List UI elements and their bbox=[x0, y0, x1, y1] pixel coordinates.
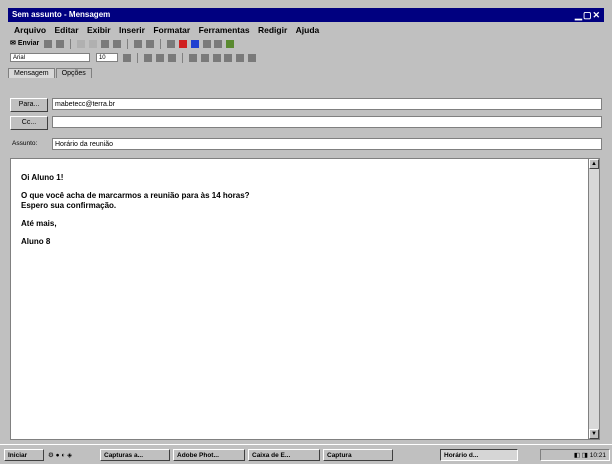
italic-icon[interactable] bbox=[155, 54, 164, 62]
toolbar-separator bbox=[181, 53, 183, 63]
save-icon[interactable] bbox=[44, 40, 53, 48]
title-bar: Sem assunto - Mensagem ▁▢✕ bbox=[8, 8, 604, 22]
message-tabs: Mensagem Opções bbox=[8, 68, 93, 81]
send-label: Enviar bbox=[17, 40, 40, 47]
bullets-icon[interactable] bbox=[224, 54, 233, 62]
taskbar-button-photoshop[interactable]: Adobe Phot... bbox=[173, 449, 245, 461]
font-name-select[interactable]: Arial bbox=[10, 53, 90, 62]
attach-icon[interactable] bbox=[166, 40, 175, 48]
to-button[interactable]: Para... bbox=[10, 98, 48, 112]
to-row: Para... mabetecc@terra.br bbox=[8, 98, 604, 112]
message-text: Oi Aluno 1! O que você acha de marcarmos… bbox=[21, 173, 250, 247]
flag-icon[interactable] bbox=[202, 40, 211, 48]
subject-label: Assunto: bbox=[12, 140, 38, 147]
toolbar-separator bbox=[126, 39, 128, 49]
message-line: O que você acha de marcarmos a reunião p… bbox=[21, 191, 250, 200]
taskbar-button-horario[interactable]: Horário d... bbox=[440, 449, 518, 461]
priority-high-icon[interactable] bbox=[178, 40, 187, 48]
menu-arquivo[interactable]: Arquivo bbox=[14, 25, 46, 35]
formatting-toolbar: Arial 10 bbox=[8, 52, 604, 65]
priority-low-icon[interactable] bbox=[190, 40, 199, 48]
menu-editar[interactable]: Editar bbox=[55, 25, 79, 35]
scroll-down-icon[interactable]: ▼ bbox=[589, 429, 599, 439]
cc-button[interactable]: Cc... bbox=[10, 116, 48, 130]
taskbar-button-capturas[interactable]: Capturas a... bbox=[100, 449, 170, 461]
bold-icon[interactable] bbox=[143, 54, 152, 62]
to-field[interactable]: mabetecc@terra.br bbox=[52, 98, 602, 110]
paste-icon[interactable] bbox=[100, 40, 109, 48]
subject-field[interactable]: Horário da reunião bbox=[52, 138, 602, 150]
align-center-icon[interactable] bbox=[200, 54, 209, 62]
toolbar-separator bbox=[136, 53, 138, 63]
menu-formatar[interactable]: Formatar bbox=[153, 25, 190, 35]
message-line: Oi Aluno 1! bbox=[21, 173, 64, 182]
font-size-select[interactable]: 10 bbox=[95, 53, 118, 62]
cc-row: Cc... bbox=[8, 116, 604, 130]
tab-mensagem[interactable]: Mensagem bbox=[8, 68, 55, 78]
cc-field[interactable] bbox=[52, 116, 602, 128]
font-color-icon[interactable] bbox=[122, 54, 131, 62]
address-book-icon[interactable] bbox=[133, 40, 142, 48]
taskbar-button-caixa[interactable]: Caixa de E... bbox=[248, 449, 320, 461]
align-right-icon[interactable] bbox=[212, 54, 221, 62]
check-names-icon[interactable] bbox=[145, 40, 154, 48]
tray-icons[interactable]: ◧ ◨ bbox=[574, 452, 590, 459]
menu-redigir[interactable]: Redigir bbox=[258, 25, 287, 35]
subject-row: Assunto: Horário da reunião bbox=[8, 138, 604, 152]
toolbar-separator bbox=[159, 39, 161, 49]
undo-icon[interactable] bbox=[112, 40, 121, 48]
standard-toolbar: ✉ Enviar bbox=[8, 38, 604, 51]
copy-icon[interactable] bbox=[88, 40, 97, 48]
taskbar: Iniciar ⚙ ● ◐ ◈ Capturas a... Adobe Phot… bbox=[0, 444, 612, 464]
window-controls[interactable]: ▁▢✕ bbox=[575, 10, 601, 21]
options-icon[interactable] bbox=[214, 40, 223, 48]
menu-inserir[interactable]: Inserir bbox=[119, 25, 145, 35]
message-line: Espero sua confirmação. bbox=[21, 201, 117, 210]
taskbar-button-captura[interactable]: Captura bbox=[323, 449, 393, 461]
message-body[interactable]: Oi Aluno 1! O que você acha de marcarmos… bbox=[10, 158, 600, 440]
align-left-icon[interactable] bbox=[188, 54, 197, 62]
send-button[interactable]: ✉ Enviar bbox=[10, 39, 39, 49]
cut-icon[interactable] bbox=[77, 40, 86, 48]
underline-icon[interactable] bbox=[167, 54, 176, 62]
app-window: Sem assunto - Mensagem ▁▢✕ Arquivo Edita… bbox=[0, 0, 612, 463]
toolbar-separator bbox=[70, 39, 72, 49]
menu-bar: Arquivo Editar Exibir Inserir Formatar F… bbox=[8, 24, 604, 37]
clock: 10:21 bbox=[589, 452, 606, 459]
vertical-scrollbar[interactable]: ▲ ▼ bbox=[588, 159, 599, 439]
print-icon[interactable] bbox=[56, 40, 65, 48]
quick-launch-icons[interactable]: ⚙ ● ◐ ◈ bbox=[48, 451, 72, 459]
message-line: Até mais, bbox=[21, 219, 57, 228]
start-button[interactable]: Iniciar bbox=[4, 449, 44, 461]
start-label: Iniciar bbox=[8, 452, 28, 459]
menu-ajuda[interactable]: Ajuda bbox=[296, 25, 320, 35]
message-line: Aluno 8 bbox=[21, 237, 51, 246]
signature-icon[interactable] bbox=[226, 40, 235, 48]
menu-ferramentas[interactable]: Ferramentas bbox=[199, 25, 250, 35]
window-title: Sem assunto - Mensagem bbox=[12, 10, 111, 19]
scroll-up-icon[interactable]: ▲ bbox=[589, 159, 599, 169]
increase-indent-icon[interactable] bbox=[248, 54, 257, 62]
system-tray: ◧ ◨ 10:21 bbox=[540, 449, 610, 461]
tab-opcoes[interactable]: Opções bbox=[55, 68, 92, 78]
decrease-indent-icon[interactable] bbox=[236, 54, 245, 62]
menu-exibir[interactable]: Exibir bbox=[87, 25, 111, 35]
